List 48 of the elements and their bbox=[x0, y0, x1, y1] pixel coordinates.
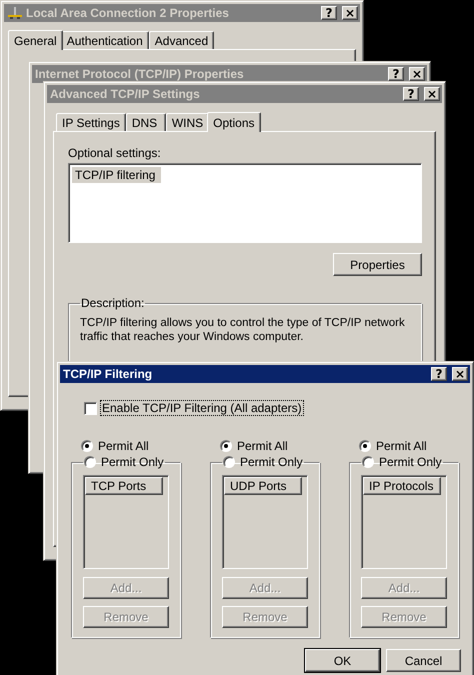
radio-label[interactable]: Permit Only bbox=[101, 455, 164, 469]
tab[interactable]: Options bbox=[207, 112, 261, 132]
checkbox[interactable] bbox=[84, 402, 97, 414]
window-title: Advanced TCP/IP Settings bbox=[50, 87, 201, 101]
cancel-button[interactable]: Cancel bbox=[386, 649, 461, 672]
close-button[interactable]: × bbox=[409, 67, 425, 81]
help-button[interactable]: ? bbox=[403, 87, 419, 101]
radio-button[interactable] bbox=[359, 440, 371, 452]
column-header[interactable]: TCP Ports bbox=[85, 477, 163, 495]
checkbox-label[interactable]: Enable TCP/IP Filtering (All adapters) bbox=[101, 401, 303, 415]
tab[interactable]: Authentication bbox=[60, 31, 149, 49]
description-text: TCP/IP filtering allows you to control the type of TCP/IP network traffic that reaches your Windows computer. bbox=[80, 316, 406, 344]
list-item[interactable]: TCP/IP filtering bbox=[72, 167, 162, 183]
radio-button[interactable] bbox=[362, 456, 374, 468]
close-button[interactable]: × bbox=[424, 87, 440, 101]
window-title: Internet Protocol (TCP/IP) Properties bbox=[35, 67, 245, 81]
column-header[interactable]: IP Protocols bbox=[363, 477, 441, 495]
group-label: Description: bbox=[80, 296, 146, 310]
radio-label[interactable]: Permit Only bbox=[240, 455, 303, 469]
radio-label[interactable]: Permit All bbox=[376, 439, 427, 453]
radio-button[interactable] bbox=[84, 456, 96, 468]
tab[interactable]: IP Settings bbox=[56, 113, 126, 131]
tab[interactable]: Advanced bbox=[148, 31, 214, 49]
settings-list[interactable]: TCP/IP filtering bbox=[68, 163, 422, 243]
port-list[interactable]: IP Protocols bbox=[361, 475, 447, 569]
radio-label[interactable]: Permit Only bbox=[379, 455, 442, 469]
tab[interactable]: WINS bbox=[166, 113, 210, 131]
radio-label[interactable]: Permit All bbox=[98, 439, 149, 453]
field-label: Optional settings: bbox=[68, 146, 162, 160]
column-header[interactable]: UDP Ports bbox=[224, 477, 302, 495]
tab[interactable]: General bbox=[8, 30, 63, 50]
radio-button[interactable] bbox=[223, 456, 235, 468]
help-button[interactable]: ? bbox=[388, 67, 404, 81]
radio-label[interactable]: Permit All bbox=[237, 439, 288, 453]
radio-button[interactable] bbox=[81, 440, 93, 452]
properties-button[interactable]: Properties bbox=[333, 253, 422, 276]
close-button[interactable]: × bbox=[342, 6, 358, 20]
help-button[interactable]: ? bbox=[321, 6, 337, 20]
port-list[interactable]: UDP Ports bbox=[222, 475, 308, 569]
ok-button[interactable]: OK bbox=[305, 649, 380, 672]
network-icon bbox=[7, 6, 23, 20]
tab[interactable]: DNS bbox=[126, 113, 166, 131]
radio-button[interactable] bbox=[220, 440, 232, 452]
window-title: TCP/IP Filtering bbox=[63, 367, 154, 381]
close-button[interactable]: × bbox=[452, 367, 468, 381]
window-title: Local Area Connection 2 Properties bbox=[26, 6, 230, 20]
port-list[interactable]: TCP Ports bbox=[83, 475, 169, 569]
help-button[interactable]: ? bbox=[431, 367, 447, 381]
